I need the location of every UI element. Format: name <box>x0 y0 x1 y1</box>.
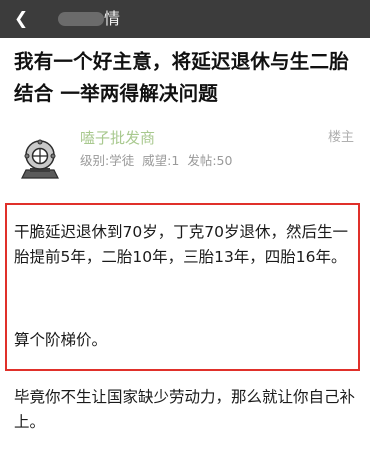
topbar-title: 情 <box>104 9 121 28</box>
author-stats: 级别:学徒 威望:1 发帖:50 <box>80 153 233 168</box>
author-row: 嗑子批发商 级别:学徒 威望:1 发帖:50 楼主 <box>0 122 370 194</box>
top-bar: ❮ 情 <box>0 0 370 38</box>
post-paragraph-1: 干脆延迟退休到70岁，丁克70岁退休，然后生一胎提前5年，二胎10年，三胎13年… <box>14 223 348 266</box>
post-paragraph-3: 毕竟你不生让国家缺少劳动力，那么就让你自己补上。 <box>14 388 356 431</box>
floor-label: 楼主 <box>327 130 354 145</box>
chevron-left-icon[interactable]: ❮ <box>14 10 28 28</box>
blurred-title-region <box>58 12 104 26</box>
diving-helmet-avatar[interactable] <box>16 134 64 182</box>
author-name[interactable]: 嗑子批发商 <box>80 128 155 148</box>
post-title: 我有一个好主意，将延迟退休与生二胎结合 一举两得解决问题 <box>14 50 349 105</box>
post-paragraph-2: 算个阶梯价。 <box>14 331 108 349</box>
